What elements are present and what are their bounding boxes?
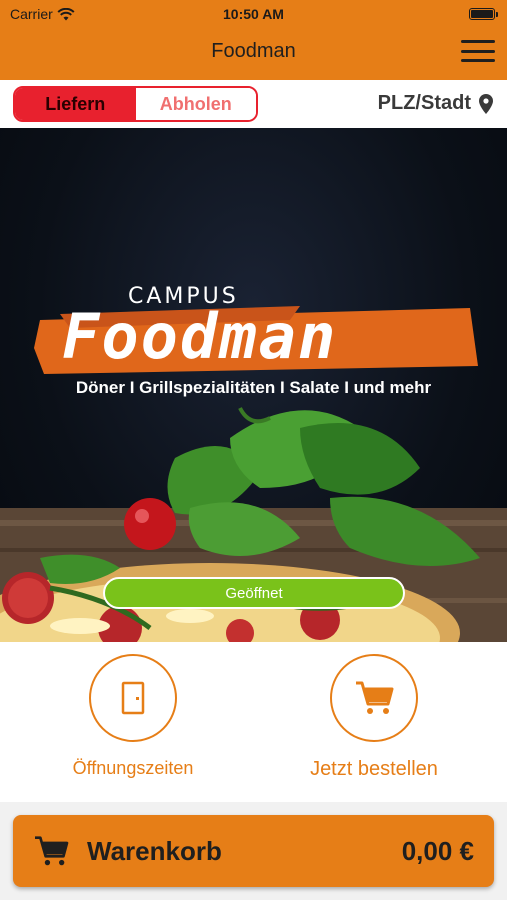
order-mode-toggle: Liefern Abholen: [13, 86, 258, 122]
app-screen: Carrier 10:50 AM Foodman Liefern Abholen…: [0, 0, 507, 900]
open-status-badge: Geöffnet: [103, 577, 405, 609]
cart-icon: [356, 681, 394, 714]
hamburger-menu-icon[interactable]: [461, 38, 495, 64]
tagline: Döner I Grillspezialitäten I Salate I un…: [75, 378, 432, 397]
deliver-option[interactable]: Liefern: [15, 88, 136, 120]
action-row: Öffnungszeiten Jetzt bestellen: [0, 642, 507, 802]
location-selector[interactable]: PLZ/Stadt: [378, 92, 493, 115]
pickup-option[interactable]: Abholen: [135, 88, 256, 120]
cart-total: 0,00 €: [401, 835, 474, 866]
battery-icon: [469, 8, 498, 20]
status-bar: Carrier 10:50 AM: [0, 0, 507, 28]
opening-hours-button[interactable]: Öffnungszeiten: [38, 654, 228, 779]
cart-button[interactable]: Warenkorb 0,00 €: [13, 815, 494, 887]
order-mode-bar: Liefern Abholen PLZ/Stadt: [0, 80, 507, 128]
top-bar: Carrier 10:50 AM Foodman: [0, 0, 507, 80]
order-now-circle: [330, 654, 418, 742]
order-now-button[interactable]: Jetzt bestellen: [279, 654, 469, 781]
door-icon: [121, 681, 145, 715]
opening-hours-label: Öffnungszeiten: [72, 758, 194, 778]
footer: Warenkorb 0,00 €: [0, 802, 507, 900]
hero-banner: CAMPUS Foodman Döner I Grillspezialitäte…: [0, 128, 507, 642]
map-pin-icon: [479, 93, 493, 114]
order-now-label: Jetzt bestellen: [310, 758, 438, 780]
cart-label: Warenkorb: [87, 835, 222, 866]
page-title: Foodman: [211, 40, 296, 62]
opening-hours-circle: [89, 654, 177, 742]
clock: 10:50 AM: [223, 6, 284, 22]
location-label: PLZ/Stadt: [377, 92, 471, 114]
shopping-cart-icon: [35, 836, 69, 866]
brand-logo: Foodman: [62, 300, 338, 373]
